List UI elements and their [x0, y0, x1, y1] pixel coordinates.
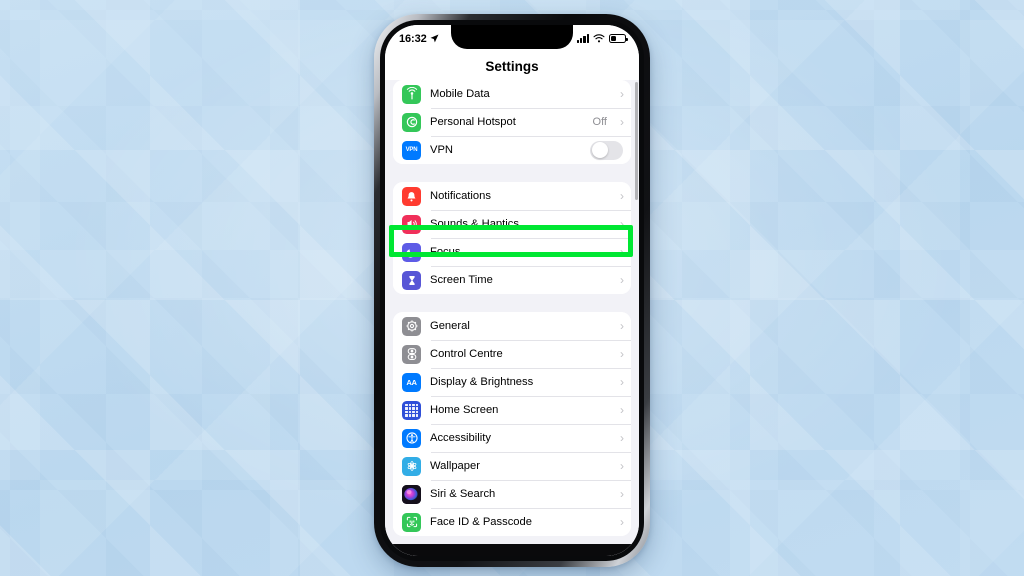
- speaker-icon: [402, 214, 421, 234]
- settings-row-label: Siri & Search: [430, 488, 496, 500]
- settings-row[interactable]: Personal Hotspot Off ›: [393, 108, 631, 136]
- settings-row-label: Screen Time: [430, 274, 493, 286]
- display-notch: [451, 25, 573, 49]
- settings-row[interactable]: General ›: [393, 312, 631, 340]
- display-brightness-icon: AA: [402, 372, 421, 392]
- settings-row[interactable]: Face ID & Passcode ›: [393, 508, 631, 536]
- settings-row[interactable]: Notifications ›: [393, 182, 631, 210]
- settings-list[interactable]: Mobile Data › Personal Hotspot Off › VPN VPN No…: [385, 80, 639, 556]
- iphone-device: 16:32 Settings Mobile Data › Personal Ho…: [374, 14, 650, 567]
- settings-row[interactable]: Focus ›: [393, 238, 631, 266]
- accessibility-icon: [402, 428, 421, 448]
- settings-row-label: Wallpaper: [430, 460, 480, 472]
- notifications-group: Notifications › Sounds & Haptics › Focus › Scr…: [393, 182, 631, 294]
- settings-row-label: Sounds & Haptics: [430, 218, 519, 230]
- settings-row-label: Control Centre: [430, 348, 503, 360]
- settings-row-label: Personal Hotspot: [430, 116, 516, 128]
- settings-row[interactable]: Accessibility ›: [393, 424, 631, 452]
- battery-icon: [609, 34, 628, 43]
- settings-groups: Mobile Data › Personal Hotspot Off › VPN VPN No…: [385, 80, 639, 536]
- settings-row-value: Off: [592, 116, 607, 128]
- settings-row-label: VPN: [430, 144, 454, 156]
- chevron-right-icon: ›: [620, 459, 624, 473]
- settings-row[interactable]: VPN VPN: [393, 136, 631, 164]
- chevron-right-icon: ›: [620, 189, 624, 203]
- hourglass-icon: [402, 270, 421, 290]
- page-title: Settings: [385, 52, 639, 80]
- location-arrow-icon: [430, 34, 439, 43]
- moon-icon: [402, 242, 421, 262]
- phone-screen: 16:32 Settings Mobile Data › Personal Ho…: [385, 25, 639, 556]
- chevron-right-icon: ›: [620, 273, 624, 287]
- bell-icon: [402, 186, 421, 206]
- settings-row-label: Focus: [430, 246, 461, 258]
- settings-row[interactable]: Screen Time ›: [393, 266, 631, 294]
- settings-row-label: General: [430, 320, 470, 332]
- settings-row-label: Face ID & Passcode: [430, 516, 532, 528]
- screen-bottom-cut: [385, 544, 639, 556]
- settings-row-label: Notifications: [430, 190, 491, 202]
- gear-icon: [402, 316, 421, 336]
- chevron-right-icon: ›: [620, 347, 624, 361]
- siri-icon: [402, 484, 421, 504]
- settings-row[interactable]: Home Screen ›: [393, 396, 631, 424]
- control-centre-icon: [402, 344, 421, 364]
- chevron-right-icon: ›: [620, 487, 624, 501]
- settings-row-label: Accessibility: [430, 432, 491, 444]
- status-bar-left: 16:32: [399, 33, 439, 45]
- system-group: General › Control Centre › AA Display & Brigh…: [393, 312, 631, 536]
- chevron-right-icon: ›: [620, 217, 624, 231]
- chevron-right-icon: ›: [620, 515, 624, 529]
- chevron-right-icon: ›: [620, 375, 624, 389]
- cellular-antenna-icon: [402, 84, 421, 104]
- settings-row-label: Display & Brightness: [430, 376, 534, 388]
- settings-row[interactable]: Control Centre ›: [393, 340, 631, 368]
- chevron-right-icon: ›: [620, 403, 624, 417]
- home-screen-grid-icon: [402, 400, 421, 420]
- wallpaper-flower-icon: [402, 456, 421, 476]
- status-time: 16:32: [399, 32, 427, 45]
- settings-row[interactable]: AA Display & Brightness ›: [393, 368, 631, 396]
- scrollbar-thumb[interactable]: [635, 82, 638, 200]
- settings-row[interactable]: Wallpaper ›: [393, 452, 631, 480]
- chevron-right-icon: ›: [620, 319, 624, 333]
- face-id-icon: [402, 512, 421, 532]
- status-bar-right: [576, 34, 628, 43]
- settings-row[interactable]: Siri & Search ›: [393, 480, 631, 508]
- chevron-right-icon: ›: [620, 245, 624, 259]
- chevron-right-icon: ›: [620, 87, 624, 101]
- screenshot-stage: 16:32 Settings Mobile Data › Personal Ho…: [0, 0, 1024, 576]
- connectivity-group: Mobile Data › Personal Hotspot Off › VPN VPN: [393, 80, 631, 164]
- vpn-icon: VPN: [402, 140, 421, 160]
- settings-row[interactable]: Mobile Data ›: [393, 80, 631, 108]
- chevron-right-icon: ›: [620, 115, 624, 129]
- settings-row[interactable]: Sounds & Haptics ›: [393, 210, 631, 238]
- vpn-toggle[interactable]: [590, 140, 623, 160]
- cellular-signal-icon: [576, 34, 589, 43]
- settings-row-label: Mobile Data: [430, 88, 490, 100]
- settings-row-label: Home Screen: [430, 404, 499, 416]
- chevron-right-icon: ›: [620, 431, 624, 445]
- hotspot-icon: [402, 112, 421, 132]
- wifi-icon: [593, 34, 605, 43]
